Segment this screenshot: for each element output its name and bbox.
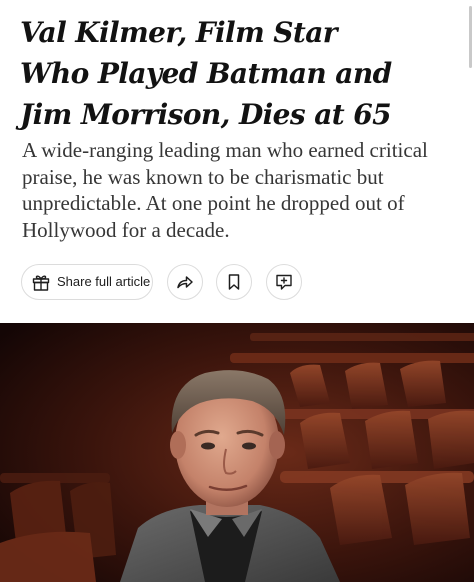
summary-line: A wide-ranging leading man who earned cr…: [22, 138, 428, 162]
headline-line: Who Played Batman and: [20, 57, 392, 90]
share-full-article-button[interactable]: Share full article: [21, 264, 153, 300]
summary-line: praise, he was known to be charismatic b…: [22, 164, 384, 189]
lead-photo: [0, 323, 474, 582]
share-button[interactable]: [167, 264, 203, 300]
article-header: Val Kilmer, Film Star Who Played Batman …: [0, 0, 474, 582]
share-arrow-icon: [177, 276, 193, 289]
summary-line: Hollywood for a decade.: [22, 217, 230, 242]
bookmark-icon: [228, 274, 240, 290]
gift-icon: [32, 275, 50, 291]
headline: Val Kilmer, Film Star Who Played Batman …: [20, 12, 460, 135]
share-full-article-label: Share full article: [57, 274, 151, 289]
portrait-image: [0, 323, 474, 582]
headline-line: Jim Morrison, Dies at 65: [20, 98, 392, 131]
comment-add-icon: [276, 274, 292, 290]
save-bookmark-button[interactable]: [216, 264, 252, 300]
summary-line: unpredictable. At one point he dropped o…: [22, 191, 405, 215]
comments-button[interactable]: [266, 264, 302, 300]
article-summary: A wide-ranging leading man who earned cr…: [22, 137, 462, 243]
headline-line: Val Kilmer, Film Star: [20, 16, 338, 49]
scrollbar[interactable]: [469, 6, 472, 68]
